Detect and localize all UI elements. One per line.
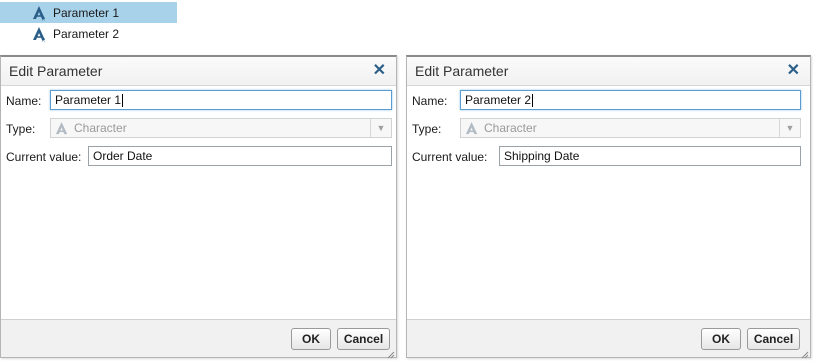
name-input-value: Parameter 1: [55, 93, 122, 107]
resize-grip-icon[interactable]: [801, 348, 809, 359]
svg-text:x: x: [42, 36, 46, 42]
cancel-button[interactable]: Cancel: [747, 328, 800, 350]
current-value-input[interactable]: Shipping Date: [499, 146, 801, 166]
type-select-value: Character: [484, 121, 537, 135]
dialog-title: Edit Parameter: [415, 63, 509, 79]
chevron-down-icon[interactable]: ▼: [779, 119, 800, 137]
name-input[interactable]: Parameter 1: [50, 90, 392, 110]
character-type-icon: [465, 121, 480, 136]
character-parameter-icon: x: [32, 5, 48, 22]
close-icon[interactable]: ✕: [373, 63, 386, 79]
parameter-list-item-2[interactable]: x Parameter 2: [0, 23, 177, 44]
svg-text:x: x: [42, 15, 46, 21]
name-input[interactable]: Parameter 2: [460, 90, 801, 110]
name-input-value: Parameter 2: [465, 93, 532, 107]
parameter-list-item-label: Parameter 1: [53, 5, 120, 20]
dialog-title: Edit Parameter: [9, 63, 103, 79]
type-select[interactable]: Character ▼: [460, 118, 801, 138]
type-select[interactable]: Character ▼: [50, 118, 392, 138]
character-parameter-icon: x: [32, 26, 48, 43]
current-value-input-value: Shipping Date: [504, 149, 580, 163]
current-value-input[interactable]: Order Date: [88, 146, 392, 166]
ok-button[interactable]: OK: [291, 328, 331, 350]
edit-parameter-dialog-2: Edit Parameter ✕ Name: Parameter 2 Type:…: [406, 55, 811, 359]
parameter-list-item-label: Parameter 2: [53, 26, 120, 41]
cancel-button[interactable]: Cancel: [337, 328, 390, 350]
dialog-header: Edit Parameter ✕: [1, 57, 396, 86]
ok-button[interactable]: OK: [701, 328, 741, 350]
close-icon[interactable]: ✕: [787, 63, 800, 79]
resize-grip-icon[interactable]: [387, 348, 395, 359]
dialog-footer: OK Cancel: [407, 319, 810, 359]
parameter-list: x Parameter 1 x Parameter 2: [0, 2, 177, 44]
edit-parameter-dialog-1: Edit Parameter ✕ Name: Parameter 1 Type:…: [0, 55, 397, 359]
character-type-icon: [55, 121, 70, 136]
parameter-list-item-1[interactable]: x Parameter 1: [0, 2, 177, 23]
dialog-header: Edit Parameter ✕: [407, 57, 810, 86]
type-select-value: Character: [74, 121, 127, 135]
text-cursor: [532, 94, 534, 108]
current-value-input-value: Order Date: [93, 149, 153, 163]
text-cursor: [122, 94, 124, 108]
chevron-down-icon[interactable]: ▼: [370, 119, 391, 137]
dialog-footer: OK Cancel: [1, 319, 396, 359]
